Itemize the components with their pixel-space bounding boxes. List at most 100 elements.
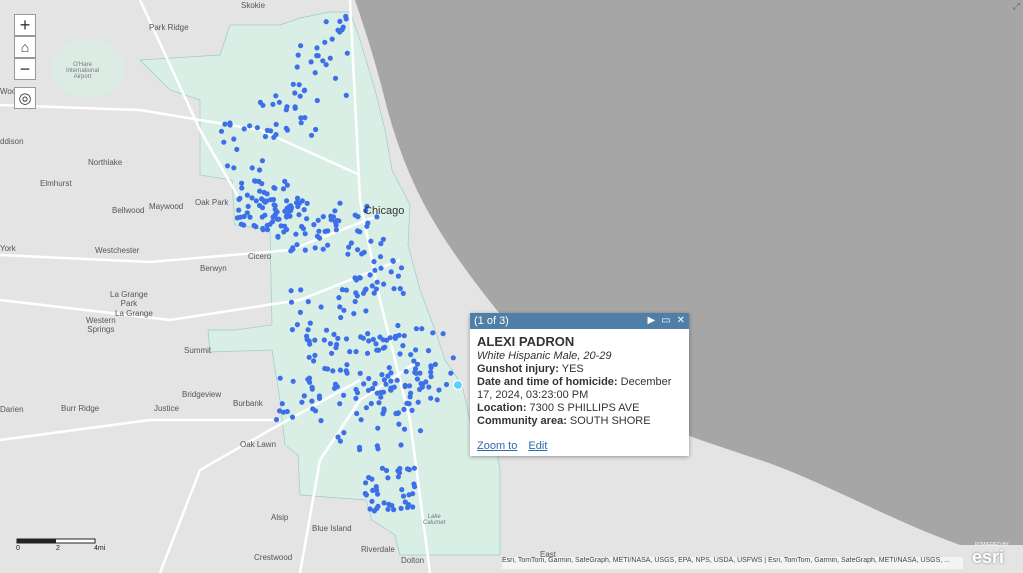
homicide-point[interactable] bbox=[264, 127, 270, 133]
homicide-point[interactable] bbox=[302, 87, 308, 93]
homicide-point[interactable] bbox=[409, 407, 415, 413]
homicide-point[interactable] bbox=[428, 374, 434, 380]
homicide-point[interactable] bbox=[391, 286, 397, 292]
homicide-point[interactable] bbox=[297, 309, 303, 315]
homicide-point[interactable] bbox=[378, 394, 384, 400]
homicide-point[interactable] bbox=[256, 178, 262, 184]
homicide-point[interactable] bbox=[407, 394, 413, 400]
homicide-point[interactable] bbox=[282, 223, 288, 229]
homicide-point[interactable] bbox=[448, 370, 454, 376]
homicide-point[interactable] bbox=[304, 333, 310, 339]
homicide-point[interactable] bbox=[305, 327, 311, 333]
homicide-point[interactable] bbox=[329, 36, 335, 42]
homicide-point[interactable] bbox=[436, 387, 442, 393]
homicide-point[interactable] bbox=[428, 363, 434, 369]
homicide-point[interactable] bbox=[334, 218, 340, 224]
homicide-point[interactable] bbox=[245, 203, 251, 209]
homicide-point[interactable] bbox=[359, 251, 365, 257]
homicide-point[interactable] bbox=[284, 104, 290, 110]
homicide-point[interactable] bbox=[295, 52, 301, 58]
homicide-point[interactable] bbox=[332, 208, 338, 214]
homicide-point[interactable] bbox=[333, 222, 339, 228]
homicide-point[interactable] bbox=[325, 228, 331, 234]
homicide-point[interactable] bbox=[412, 484, 418, 490]
homicide-point[interactable] bbox=[280, 186, 287, 192]
homicide-point[interactable] bbox=[415, 399, 421, 405]
homicide-point[interactable] bbox=[282, 208, 288, 214]
homicide-point[interactable] bbox=[386, 365, 392, 371]
homicide-point[interactable] bbox=[249, 165, 255, 171]
zoom-in-button[interactable]: + bbox=[14, 14, 36, 36]
homicide-point[interactable] bbox=[369, 498, 375, 504]
homicide-point[interactable] bbox=[353, 395, 359, 401]
homicide-point[interactable] bbox=[398, 265, 405, 271]
homicide-point[interactable] bbox=[363, 405, 369, 411]
homicide-point[interactable] bbox=[385, 373, 391, 379]
homicide-point[interactable] bbox=[253, 198, 259, 204]
homicide-point[interactable] bbox=[254, 125, 260, 131]
homicide-point[interactable] bbox=[241, 126, 247, 132]
homicide-point[interactable] bbox=[408, 352, 414, 358]
homicide-point[interactable] bbox=[417, 428, 424, 434]
homicide-point[interactable] bbox=[323, 62, 329, 68]
homicide-point[interactable] bbox=[392, 335, 398, 341]
homicide-point[interactable] bbox=[363, 480, 369, 486]
homicide-point[interactable] bbox=[311, 358, 317, 364]
homicide-point[interactable] bbox=[414, 361, 421, 367]
homicide-point[interactable] bbox=[239, 180, 245, 186]
homicide-point[interactable] bbox=[262, 212, 268, 218]
homicide-point[interactable] bbox=[247, 123, 253, 129]
homicide-point[interactable] bbox=[404, 466, 411, 472]
homicide-point[interactable] bbox=[348, 240, 354, 246]
homicide-point[interactable] bbox=[315, 217, 321, 223]
homicide-point[interactable] bbox=[388, 378, 394, 384]
homicide-point[interactable] bbox=[279, 401, 285, 407]
homicide-point[interactable] bbox=[450, 355, 456, 361]
homicide-point[interactable] bbox=[358, 417, 364, 423]
homicide-point[interactable] bbox=[306, 354, 312, 360]
homicide-point[interactable] bbox=[381, 500, 387, 506]
homicide-point[interactable] bbox=[371, 259, 377, 265]
homicide-point[interactable] bbox=[296, 82, 302, 88]
homicide-point[interactable] bbox=[241, 222, 247, 228]
homicide-point[interactable] bbox=[293, 231, 299, 237]
homicide-point[interactable] bbox=[260, 227, 266, 233]
homicide-point[interactable] bbox=[262, 133, 268, 140]
homicide-point[interactable] bbox=[289, 414, 296, 420]
homicide-point[interactable] bbox=[361, 381, 367, 387]
homicide-point[interactable] bbox=[440, 331, 446, 337]
homicide-point[interactable] bbox=[400, 290, 406, 296]
homicide-point[interactable] bbox=[404, 504, 411, 511]
homicide-point[interactable] bbox=[282, 178, 288, 184]
homicide-point[interactable] bbox=[364, 223, 370, 229]
homicide-point[interactable] bbox=[406, 383, 413, 389]
dock-icon[interactable]: ▭ bbox=[661, 316, 670, 326]
homicide-point[interactable] bbox=[372, 381, 378, 387]
homicide-point[interactable] bbox=[288, 299, 295, 305]
homicide-point[interactable] bbox=[343, 368, 349, 374]
homicide-point[interactable] bbox=[312, 352, 318, 358]
homicide-point[interactable] bbox=[367, 272, 373, 278]
homicide-point[interactable] bbox=[379, 372, 385, 378]
homicide-point[interactable] bbox=[400, 493, 407, 499]
homicide-point[interactable] bbox=[323, 19, 329, 25]
homicide-point[interactable] bbox=[270, 101, 276, 107]
homicide-point[interactable] bbox=[389, 502, 395, 509]
homicide-point[interactable] bbox=[343, 16, 349, 22]
homicide-point[interactable] bbox=[395, 322, 401, 329]
homicide-point[interactable] bbox=[341, 430, 347, 436]
homicide-point[interactable] bbox=[222, 121, 228, 127]
homicide-point[interactable] bbox=[309, 398, 315, 404]
homicide-point[interactable] bbox=[320, 58, 326, 64]
homicide-point[interactable] bbox=[284, 127, 290, 133]
homicide-point[interactable] bbox=[397, 465, 403, 472]
homicide-point[interactable] bbox=[294, 242, 300, 248]
homicide-point[interactable] bbox=[302, 115, 308, 121]
homicide-point[interactable] bbox=[315, 53, 321, 59]
homicide-point[interactable] bbox=[311, 222, 317, 228]
homicide-point[interactable] bbox=[396, 421, 402, 427]
homicide-point[interactable] bbox=[292, 105, 298, 111]
homicide-point[interactable] bbox=[360, 335, 366, 341]
homicide-point[interactable] bbox=[321, 337, 327, 343]
homicide-point[interactable] bbox=[227, 120, 233, 126]
